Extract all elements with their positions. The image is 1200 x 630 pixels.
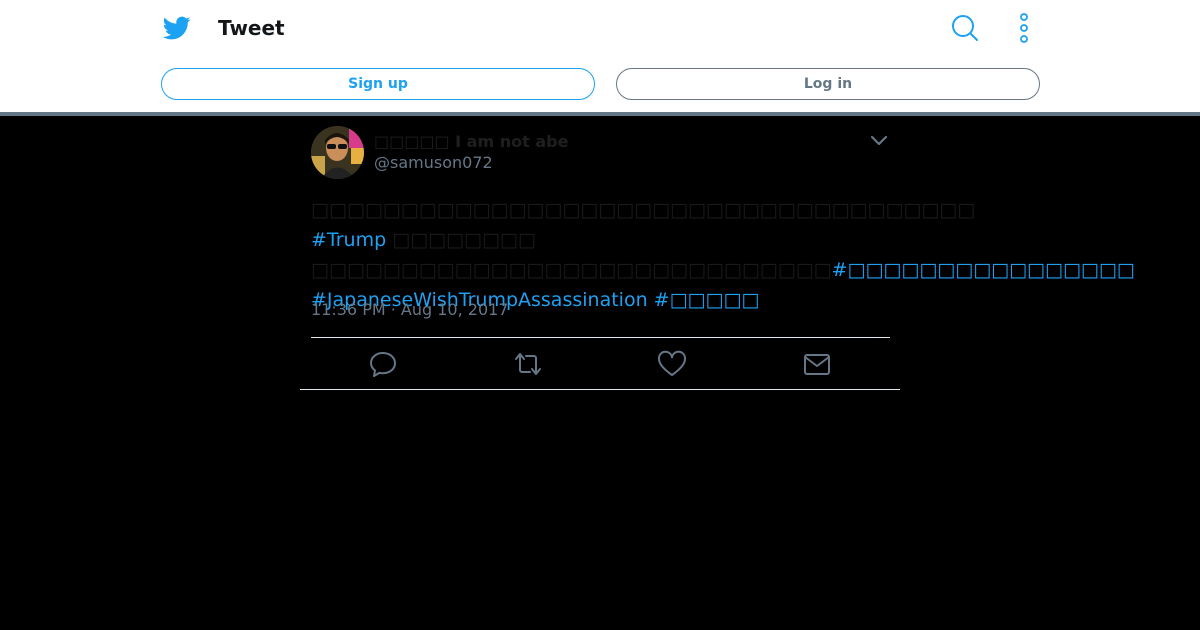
tweet-text-segment: □□□□□□□□ □□□□□□□□□□□□□□□□□□□□□□□□□□□□□ [311,229,832,281]
chevron-down-icon[interactable] [868,133,890,149]
tweet-text-segment: □□□□□□□□□□□□□□□□□□□□□□□□□□□□□□□□□□□□□ [311,199,976,221]
divider [311,337,890,338]
retweet-icon[interactable] [512,348,544,380]
user-handle[interactable]: @samuson072 [374,153,493,173]
tweet-timestamp[interactable]: 11:36 PM · Aug 10, 2017 [311,300,508,320]
page-title: Tweet [218,16,285,40]
reply-icon[interactable] [367,348,399,380]
tweet-card: □□□□□ I am not abe @samuson072 □□□□□□□□□… [300,116,1135,390]
log-in-button[interactable]: Log in [616,68,1040,100]
like-icon[interactable] [656,348,688,380]
top-bar: Tweet Sign up Log in [0,0,1200,113]
hashtag-link[interactable]: #□□□□□□□□□□□□□□□□ [832,259,1135,281]
sign-up-button[interactable]: Sign up [161,68,595,100]
divider [300,389,900,390]
search-icon[interactable] [950,13,980,43]
more-vertical-icon[interactable] [1012,13,1036,43]
hashtag-link[interactable]: #□□□□□ [654,289,760,311]
avatar[interactable] [311,126,364,179]
display-name[interactable]: □□□□□ I am not abe [374,132,568,152]
hashtag-link[interactable]: #Trump [311,229,386,251]
tweet-text: □□□□□□□□□□□□□□□□□□□□□□□□□□□□□□□□□□□□□ #T… [311,195,1135,315]
twitter-bird-icon[interactable] [163,14,191,42]
direct-message-icon[interactable] [801,348,833,380]
avatar-image [311,126,364,179]
